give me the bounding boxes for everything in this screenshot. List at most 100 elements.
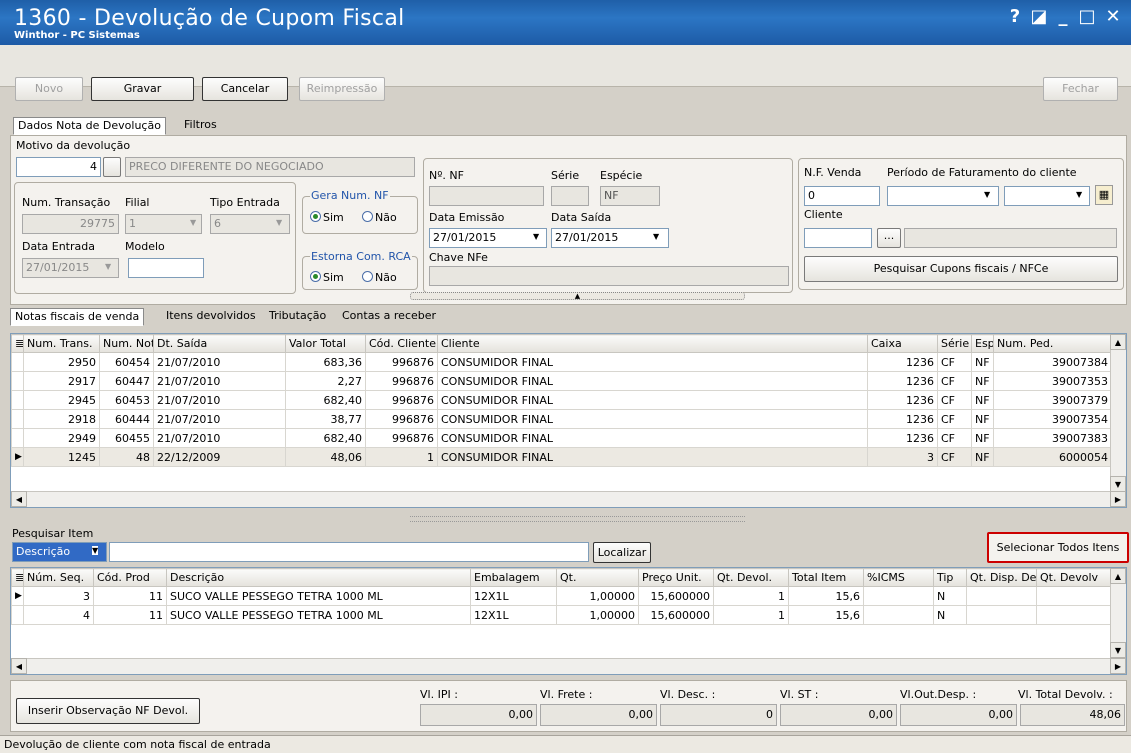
table-cell[interactable]: 60444 [99, 409, 154, 429]
table-cell[interactable]: 682,40 [285, 428, 366, 448]
table-row[interactable]: 2950 60454 21/07/2010 683,36 996876 CONSUMIDO… [11, 352, 1112, 372]
table-cell[interactable]: 1236 [867, 390, 938, 410]
splitter-handle[interactable]: ▲ [410, 292, 745, 300]
table-cell[interactable]: N [933, 605, 967, 625]
col-cliente[interactable]: Cliente [437, 334, 868, 353]
table-cell[interactable]: 2949 [23, 428, 100, 448]
notas-hscroll[interactable] [11, 491, 1126, 507]
col-num-ped[interactable]: Num. Ped. [993, 334, 1112, 353]
estorna-sim-radio[interactable]: Sim [310, 271, 344, 284]
table-cell[interactable]: 48,06 [285, 447, 366, 467]
selecionar-todos-button[interactable]: Selecionar Todos Itens [987, 532, 1129, 563]
table-cell[interactable]: NF [971, 390, 994, 410]
itens-grid[interactable]: ≣ Núm. Seq. Cód. Prod Descrição Embalage… [10, 567, 1127, 675]
table-cell[interactable]: 1,00000 [556, 605, 639, 625]
pesquisar-cupons-button[interactable]: Pesquisar Cupons fiscais / NFCe [804, 256, 1118, 282]
periodo-fim-dropdown-icon[interactable]: ▼ [1076, 190, 1082, 199]
table-cell[interactable]: 996876 [365, 390, 438, 410]
itens-hscroll[interactable] [11, 658, 1126, 674]
help-button[interactable]: ? [1004, 6, 1026, 27]
col-esp[interactable]: Esp [971, 334, 994, 353]
splitter-handle-2[interactable] [410, 516, 745, 522]
table-cell[interactable]: NF [971, 409, 994, 429]
table-row[interactable]: 2918 60444 21/07/2010 38,77 996876 CONSUMIDOR… [11, 409, 1112, 429]
scroll-down-icon[interactable]: ▼ [1110, 476, 1126, 492]
grid-menu-icon[interactable]: ≣ [11, 334, 24, 353]
table-cell[interactable]: 39007384 [993, 352, 1112, 372]
minimize-button[interactable]: _ [1052, 6, 1074, 27]
table-cell[interactable]: 22/12/2009 [153, 447, 286, 467]
table-row[interactable]: 2945 60453 21/07/2010 682,40 996876 CONSUMIDO… [11, 390, 1112, 410]
table-cell[interactable]: 1236 [867, 371, 938, 391]
table-row[interactable]: 2949 60455 21/07/2010 682,40 996876 CONSUMIDO… [11, 428, 1112, 448]
col-tip[interactable]: Tip [933, 568, 967, 587]
table-row[interactable]: 2917 60447 21/07/2010 2,27 996876 CONSUMIDOR … [11, 371, 1112, 391]
motivo-code-input[interactable]: 4 [16, 157, 101, 177]
table-cell[interactable]: 38,77 [285, 409, 366, 429]
col-num-trans[interactable]: Num. Trans. [23, 334, 100, 353]
table-cell[interactable]: CF [937, 390, 972, 410]
data-emissao-dropdown-icon[interactable]: ▼ [533, 232, 539, 241]
col-preco-unit[interactable]: Preço Unit. [638, 568, 714, 587]
table-cell[interactable]: CF [937, 447, 972, 467]
table-cell[interactable]: 996876 [365, 371, 438, 391]
table-cell[interactable]: 39007379 [993, 390, 1112, 410]
table-cell[interactable]: 60454 [99, 352, 154, 372]
table-cell[interactable]: 1236 [867, 409, 938, 429]
cancelar-button[interactable]: Cancelar [202, 77, 288, 101]
table-row[interactable]: 4 11 SUCO VALLE PESSEGO TETRA 1000 ML 12X1L… [11, 605, 1112, 625]
table-cell[interactable]: 996876 [365, 428, 438, 448]
table-cell[interactable]: 21/07/2010 [153, 371, 286, 391]
col-cod-cliente[interactable]: Cód. Cliente [365, 334, 438, 353]
table-cell[interactable]: 3 [867, 447, 938, 467]
table-cell[interactable]: CONSUMIDOR FINAL [437, 371, 868, 391]
scroll-up-icon[interactable]: ▲ [1110, 568, 1126, 584]
tab-notas-fiscais[interactable]: Notas fiscais de venda [10, 308, 145, 326]
col-descricao[interactable]: Descrição [166, 568, 471, 587]
data-saida-input[interactable]: 27/01/2015 [551, 228, 669, 248]
scroll-right-icon[interactable]: ▶ [1110, 658, 1126, 674]
col-serie[interactable]: Série [937, 334, 972, 353]
table-cell[interactable]: CF [937, 371, 972, 391]
table-cell[interactable]: CONSUMIDOR FINAL [437, 409, 868, 429]
col-qt-devol[interactable]: Qt. Devol. [713, 568, 789, 587]
col-qt-disp[interactable]: Qt. Disp. De [966, 568, 1037, 587]
table-cell[interactable]: CF [937, 409, 972, 429]
table-cell[interactable]: SUCO VALLE PESSEGO TETRA 1000 ML [166, 605, 471, 625]
table-cell[interactable]: SUCO VALLE PESSEGO TETRA 1000 ML [166, 586, 471, 606]
col-dt-saida[interactable]: Dt. Saída [153, 334, 286, 353]
table-cell[interactable]: 2918 [23, 409, 100, 429]
cliente-code-input[interactable] [804, 228, 872, 248]
table-cell[interactable]: NF [971, 447, 994, 467]
tab-filtros[interactable]: Filtros [180, 117, 221, 135]
localizar-button[interactable]: Localizar [593, 542, 651, 563]
gravar-button[interactable]: Gravar [91, 77, 194, 101]
table-cell[interactable] [966, 586, 1037, 606]
table-cell[interactable]: 21/07/2010 [153, 352, 286, 372]
tab-dados-nota[interactable]: Dados Nota de Devolução [13, 117, 166, 135]
table-cell[interactable]: 12X1L [470, 605, 557, 625]
col-num-seq[interactable]: Núm. Seq. [23, 568, 94, 587]
table-cell[interactable]: 1236 [867, 428, 938, 448]
col-total-item[interactable]: Total Item [788, 568, 864, 587]
col-valor-total[interactable]: Valor Total [285, 334, 366, 353]
table-cell[interactable]: 15,600000 [638, 605, 714, 625]
col-cod-prod[interactable]: Cód. Prod [93, 568, 167, 587]
close-button[interactable]: ✕ [1102, 6, 1124, 27]
table-cell[interactable]: 39007354 [993, 409, 1112, 429]
table-cell[interactable]: 12X1L [470, 586, 557, 606]
data-emissao-input[interactable]: 27/01/2015 [429, 228, 547, 248]
table-cell[interactable]: 21/07/2010 [153, 390, 286, 410]
gera-sim-radio[interactable]: Sim [310, 211, 344, 224]
notas-grid[interactable]: ≣ Num. Trans. Num. Nota Dt. Saída Valor … [10, 333, 1127, 508]
scroll-left-icon[interactable]: ◀ [11, 491, 27, 507]
maximize-button[interactable]: □ [1076, 6, 1098, 27]
periodo-inicio-dropdown-icon[interactable]: ▼ [984, 190, 990, 199]
pesquisa-dropdown-icon[interactable]: ▼ [92, 546, 99, 555]
table-cell[interactable]: N [933, 586, 967, 606]
table-cell[interactable]: 2950 [23, 352, 100, 372]
table-cell[interactable]: 996876 [365, 352, 438, 372]
estorna-nao-radio[interactable]: Não [362, 271, 397, 284]
tab-tributacao[interactable]: Tributação [265, 308, 330, 326]
table-cell[interactable]: 4 [23, 605, 94, 625]
